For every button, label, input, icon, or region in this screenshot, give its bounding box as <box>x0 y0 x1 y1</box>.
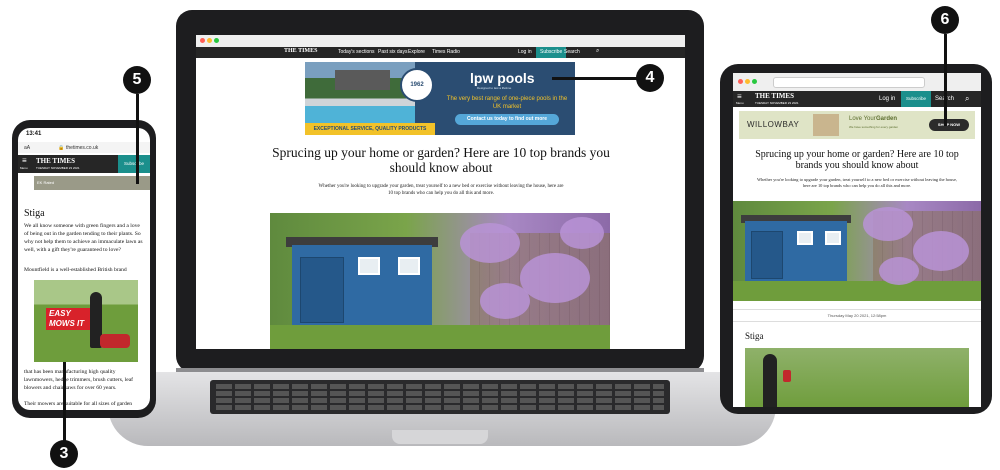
phone-times-navbar: ≡ Menu THE TIMES TUESDAY NOVEMBER 23 202… <box>18 155 150 173</box>
willowbay-sub: We have something for every garden <box>849 125 899 129</box>
phone-paragraph-2: Mountfield is a well-established British… <box>24 267 127 273</box>
phone-menu-label: Menu <box>20 166 28 170</box>
login-link[interactable]: Log in <box>518 49 532 55</box>
phone-status-bar: 13:41 <box>18 128 150 140</box>
willowbay-shop-now-button[interactable]: SHOP NOW <box>929 119 969 131</box>
ad-strap: EXCEPTIONAL SERVICE, QUALITY PRODUCTS <box>305 123 435 135</box>
phone-paragraph-3: that has been manufacturing high quality… <box>24 369 134 391</box>
ad-badge: 1962 <box>400 68 434 102</box>
phone-address-bar[interactable]: aA 🔒 thetimes.co.uk <box>18 142 150 153</box>
phone-times-logo[interactable]: THE TIMES <box>36 157 75 165</box>
mower-ad-text: EASY MOWS IT <box>46 308 90 330</box>
tablet-login-link[interactable]: Log in <box>879 96 895 102</box>
nav-times-radio[interactable]: Times Radio <box>432 49 460 55</box>
phone-paragraph-1: We all know someone with green fingers a… <box>24 223 143 253</box>
subscribe-button[interactable]: Subscribe <box>536 47 567 58</box>
willowbay-title-b: Garden <box>876 116 898 122</box>
search-icon[interactable]: ⌕ <box>596 48 599 55</box>
phone-subscribe-button[interactable]: Subscribe <box>118 155 150 173</box>
lock-icon: 🔒 <box>58 145 65 151</box>
callout-4-line <box>552 77 638 80</box>
menu-icon[interactable]: ≡ <box>22 156 27 165</box>
willowbay-product-image <box>813 114 839 136</box>
ad-copy: The very best range of one-piece pools i… <box>446 96 568 110</box>
willowbay-title-a: Love Your <box>849 116 876 122</box>
nav-todays-sections[interactable]: Today's sections <box>338 49 375 55</box>
tablet-article-headline: Sprucing up your home or garden? Here ar… <box>755 149 959 171</box>
callout-3: 3 <box>50 440 78 468</box>
search-link[interactable]: Search <box>564 49 580 55</box>
ad-brand: lpw pools <box>470 70 535 86</box>
nav-past-six-days[interactable]: Past six days <box>378 49 407 55</box>
tablet-section-heading: Stiga <box>745 331 764 341</box>
tablet-menu-label: Menu <box>736 101 744 105</box>
tablet-article-standfirst: Whether you're looking to upgrade your g… <box>756 177 957 188</box>
ad-tagline: Designed to last a lifetime <box>477 86 512 90</box>
phone-banner-ad[interactable]: EK Rated <box>34 176 150 190</box>
phone-screen: 13:41 aA 🔒 thetimes.co.uk ≡ Menu THE TIM… <box>18 128 150 410</box>
garden-shed-photo <box>270 213 610 349</box>
phone-mower-image: EASY MOWS IT <box>34 280 138 362</box>
tablet-date: TUESDAY NOVEMBER 23 2021 <box>755 101 799 105</box>
phone-paragraph-4: Their mowers are suitable for all sizes … <box>24 401 133 407</box>
nav-explore[interactable]: Explore <box>408 49 425 55</box>
tablet-times-logo[interactable]: THE TIMES <box>755 92 794 100</box>
banner-text: EK Rated <box>37 180 55 185</box>
tablet-timestamp: Thursday May 20 2021, 12:58pm <box>733 309 981 322</box>
times-navbar: THE TIMES Today's sections Past six days… <box>196 47 685 58</box>
article-headline: Sprucing up your home or garden? Here ar… <box>272 145 610 175</box>
times-logo[interactable]: THE TIMES <box>284 48 317 54</box>
phone-date: TUESDAY NOVEMBER 23 2021 <box>36 166 80 170</box>
callout-3-line <box>63 362 66 442</box>
laptop-trackpad <box>392 430 488 444</box>
laptop-screen: THE TIMES Today's sections Past six days… <box>196 35 685 349</box>
text-size-button[interactable]: aA <box>24 145 30 151</box>
willowbay-brand: WILLOWBAY <box>747 120 800 129</box>
phone-time: 13:41 <box>26 131 42 137</box>
tablet-subscribe-button[interactable]: Subscribe <box>901 91 931 107</box>
willowbay-ad[interactable]: WILLOWBAY Love Your Garden We have somet… <box>739 111 975 139</box>
tablet-garden-photo <box>733 201 981 301</box>
callout-4: 4 <box>636 64 664 92</box>
callout-5: 5 <box>123 66 151 94</box>
ad-cta-button[interactable]: Contact us today to find out more <box>455 114 559 125</box>
phone-section-heading: Stiga <box>24 208 45 219</box>
laptop-keyboard <box>210 380 670 414</box>
tablet-stiga-image <box>745 348 969 407</box>
callout-6-line <box>944 34 947 126</box>
article-standfirst: Whether you're looking to upgrade your g… <box>318 184 564 196</box>
tablet-menu-icon[interactable]: ≡ <box>737 92 742 101</box>
tablet-search-icon[interactable]: ⌕ <box>965 94 969 104</box>
phone-url[interactable]: thetimes.co.uk <box>66 145 98 151</box>
lpw-pools-ad[interactable]: 1962 EXCEPTIONAL SERVICE, QUALITY PRODUC… <box>305 62 575 135</box>
callout-5-line <box>136 94 139 184</box>
callout-6: 6 <box>931 6 959 34</box>
